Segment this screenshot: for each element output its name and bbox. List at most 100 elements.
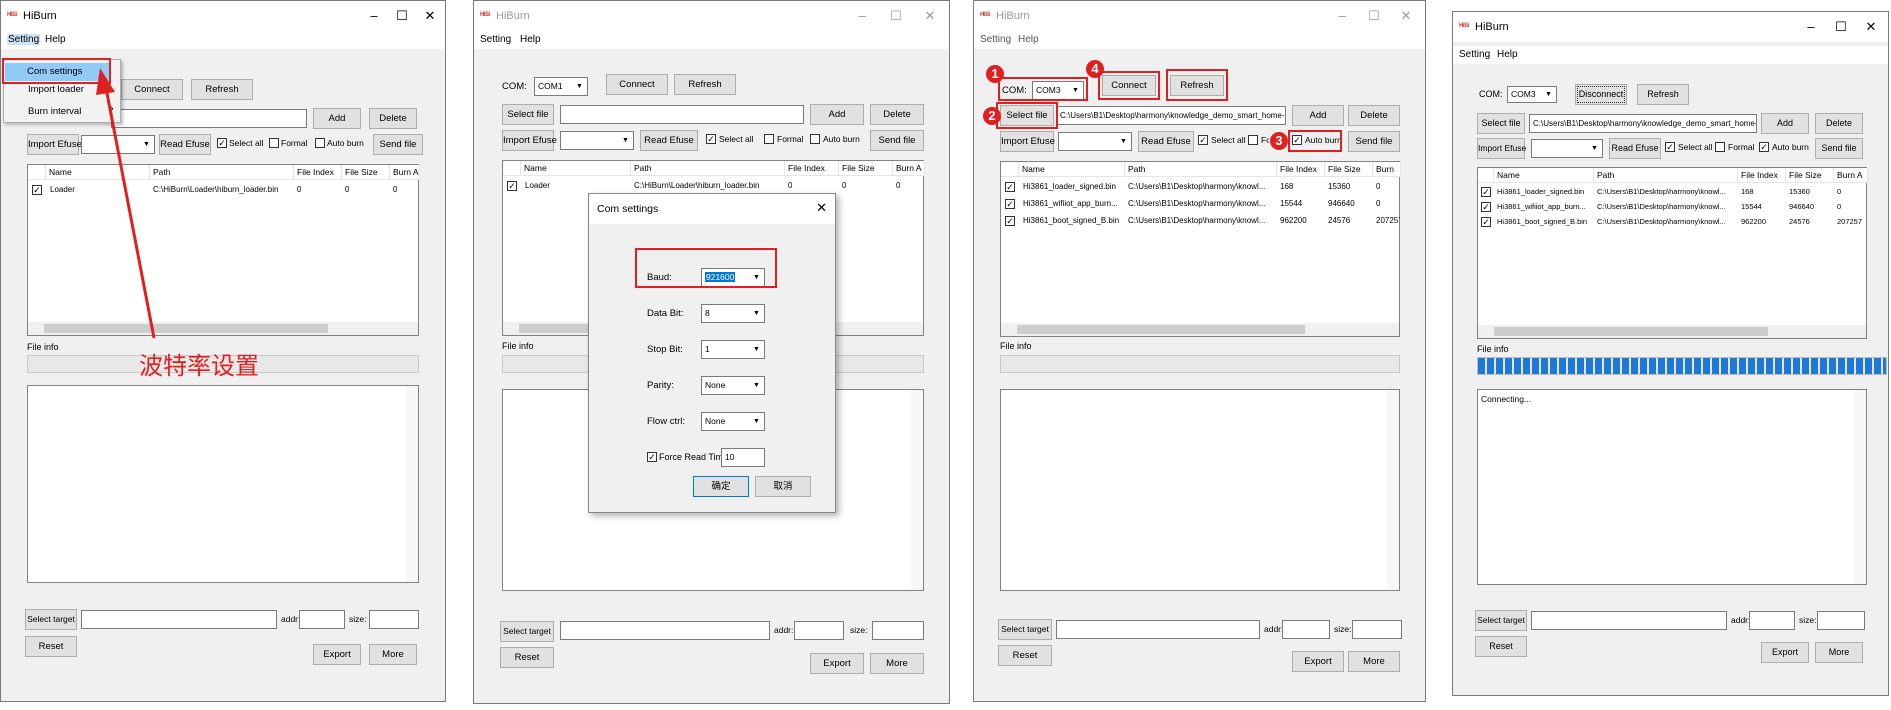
more-button[interactable]: More [1815,642,1863,663]
row-checkbox[interactable]: ✓ [1481,187,1491,197]
formal-checkbox[interactable] [764,134,774,144]
efuse-select[interactable]: ▼ [560,131,634,150]
target-field[interactable] [1056,620,1260,639]
menu-help[interactable]: Help [520,34,541,45]
addr-field[interactable] [1282,620,1330,639]
column-file-index[interactable]: File Index [1738,168,1786,183]
column-file-index[interactable]: File Index [785,161,839,176]
delete-button[interactable]: Delete [1815,113,1863,134]
auto-burn-checkbox[interactable] [810,134,820,144]
export-button[interactable]: Export [810,653,864,674]
file-path-field[interactable]: C:\Users\B1\Desktop\harmony\knowledge_de… [1529,114,1757,133]
menu-setting[interactable]: Setting [1459,49,1490,60]
auto-burn-checkbox[interactable]: ✓ [1759,142,1769,152]
add-button[interactable]: Add [1292,105,1344,126]
send-file-button[interactable]: Send file [870,130,924,151]
column-name[interactable]: Name [1019,162,1125,177]
dialog-close-icon[interactable]: ✕ [816,200,827,216]
formal-checkbox[interactable] [1248,135,1258,145]
menu-setting[interactable]: Setting [980,34,1011,45]
cancel-button[interactable]: 取消 [755,476,811,497]
horizontal-scrollbar[interactable] [1478,325,1866,338]
menu-help[interactable]: Help [1018,34,1039,45]
add-button[interactable]: Add [313,108,361,129]
read-efuse-button[interactable]: Read Efuse [1138,131,1194,152]
column-path[interactable]: Path [1594,168,1738,183]
select-file-button[interactable]: Select file [1477,113,1525,134]
minimize-icon[interactable]: – [1329,7,1355,25]
column-burn[interactable]: Burn A [390,165,420,180]
delete-button[interactable]: Delete [870,104,924,125]
row-checkbox[interactable]: ✓ [1481,202,1491,212]
table-row[interactable]: ✓ Loader C:\HiBurn\Loader\hiburn_loader.… [503,179,923,193]
addr-field[interactable] [1749,611,1795,630]
table-row[interactable]: ✓ Hi3861_loader_signed.bin C:\Users\B1\D… [1001,180,1399,194]
formal-checkbox[interactable] [1715,142,1725,152]
connect-button[interactable]: Connect [606,74,668,95]
log-area[interactable] [1000,389,1400,591]
row-checkbox[interactable]: ✓ [507,181,517,191]
column-file-size[interactable]: File Size [1786,168,1834,183]
vertical-scrollbar[interactable] [911,390,923,590]
minimize-icon[interactable]: – [1798,18,1824,36]
column-file-index[interactable]: File Index [294,165,342,180]
column-name[interactable]: Name [521,161,631,176]
size-field[interactable] [1352,620,1402,639]
select-all-checkbox[interactable]: ✓ [1665,142,1675,152]
column-path[interactable]: Path [1125,162,1277,177]
minimize-icon[interactable]: – [849,7,875,25]
column-file-size[interactable]: File Size [839,161,893,176]
log-area[interactable]: Connecting... [1477,389,1867,585]
delete-button[interactable]: Delete [1348,105,1400,126]
target-field[interactable] [560,621,770,640]
stopbit-select[interactable]: 1 ▼ [701,340,765,359]
more-button[interactable]: More [1348,651,1400,672]
file-path-field[interactable]: C:\Users\B1\Desktop\harmony\knowledge_de… [1056,106,1286,125]
menu-setting[interactable]: Setting [480,34,511,45]
horizontal-scrollbar[interactable] [1001,323,1399,336]
more-button[interactable]: More [870,653,924,674]
send-file-button[interactable]: Send file [373,134,423,155]
databit-select[interactable]: 8 ▼ [701,304,765,323]
import-efuse-button[interactable]: Import Efuse [1477,138,1526,159]
size-field[interactable] [1817,611,1865,630]
vertical-scrollbar[interactable] [1854,390,1866,584]
row-checkbox[interactable]: ✓ [1481,217,1491,227]
column-file-size[interactable]: File Size [342,165,390,180]
refresh-button[interactable]: Refresh [674,74,736,95]
table-row[interactable]: ✓ Hi3861_wifiiot_app_burn... C:\Users\B1… [1001,197,1399,211]
com-select[interactable]: COM1 ▼ [534,77,588,96]
send-file-button[interactable]: Send file [1815,138,1863,159]
target-field[interactable] [81,610,277,629]
formal-checkbox[interactable] [269,138,279,148]
ok-button[interactable]: 确定 [693,476,749,497]
vertical-scrollbar[interactable] [1387,390,1399,590]
select-target-button[interactable]: Select target [500,621,554,642]
reset-button[interactable]: Reset [500,647,554,668]
flow-select[interactable]: None ▼ [701,412,765,431]
com-select[interactable]: COM3 ▼ [1507,86,1557,103]
row-checkbox[interactable]: ✓ [1005,216,1015,226]
select-all-checkbox[interactable]: ✓ [1198,135,1208,145]
menu-help[interactable]: Help [1497,49,1518,60]
import-efuse-button[interactable]: Import Efuse [502,130,557,151]
send-file-button[interactable]: Send file [1348,131,1400,152]
maximize-icon[interactable]: ☐ [389,7,415,25]
close-icon[interactable]: ✕ [1393,7,1419,25]
auto-burn-checkbox[interactable] [315,138,325,148]
read-efuse-button[interactable]: Read Efuse [1609,138,1661,159]
select-file-button[interactable]: Select file [502,104,554,125]
force-read-checkbox[interactable]: ✓ [647,452,657,462]
select-target-button[interactable]: Select target [25,609,77,630]
import-efuse-button[interactable]: Import Efuse [1000,131,1055,152]
reset-button[interactable]: Reset [998,645,1052,666]
column-file-size[interactable]: File Size [1325,162,1373,177]
table-row[interactable]: ✓ Hi3861_wifiiot_app_burn... C:\Users\B1… [1478,200,1866,214]
minimize-icon[interactable]: – [361,7,387,25]
select-target-button[interactable]: Select target [998,619,1052,640]
addr-field[interactable] [794,621,844,640]
column-burn[interactable]: Burn A [893,161,925,176]
reset-button[interactable]: Reset [25,636,77,657]
size-field[interactable] [872,621,924,640]
read-efuse-button[interactable]: Read Efuse [640,130,698,151]
